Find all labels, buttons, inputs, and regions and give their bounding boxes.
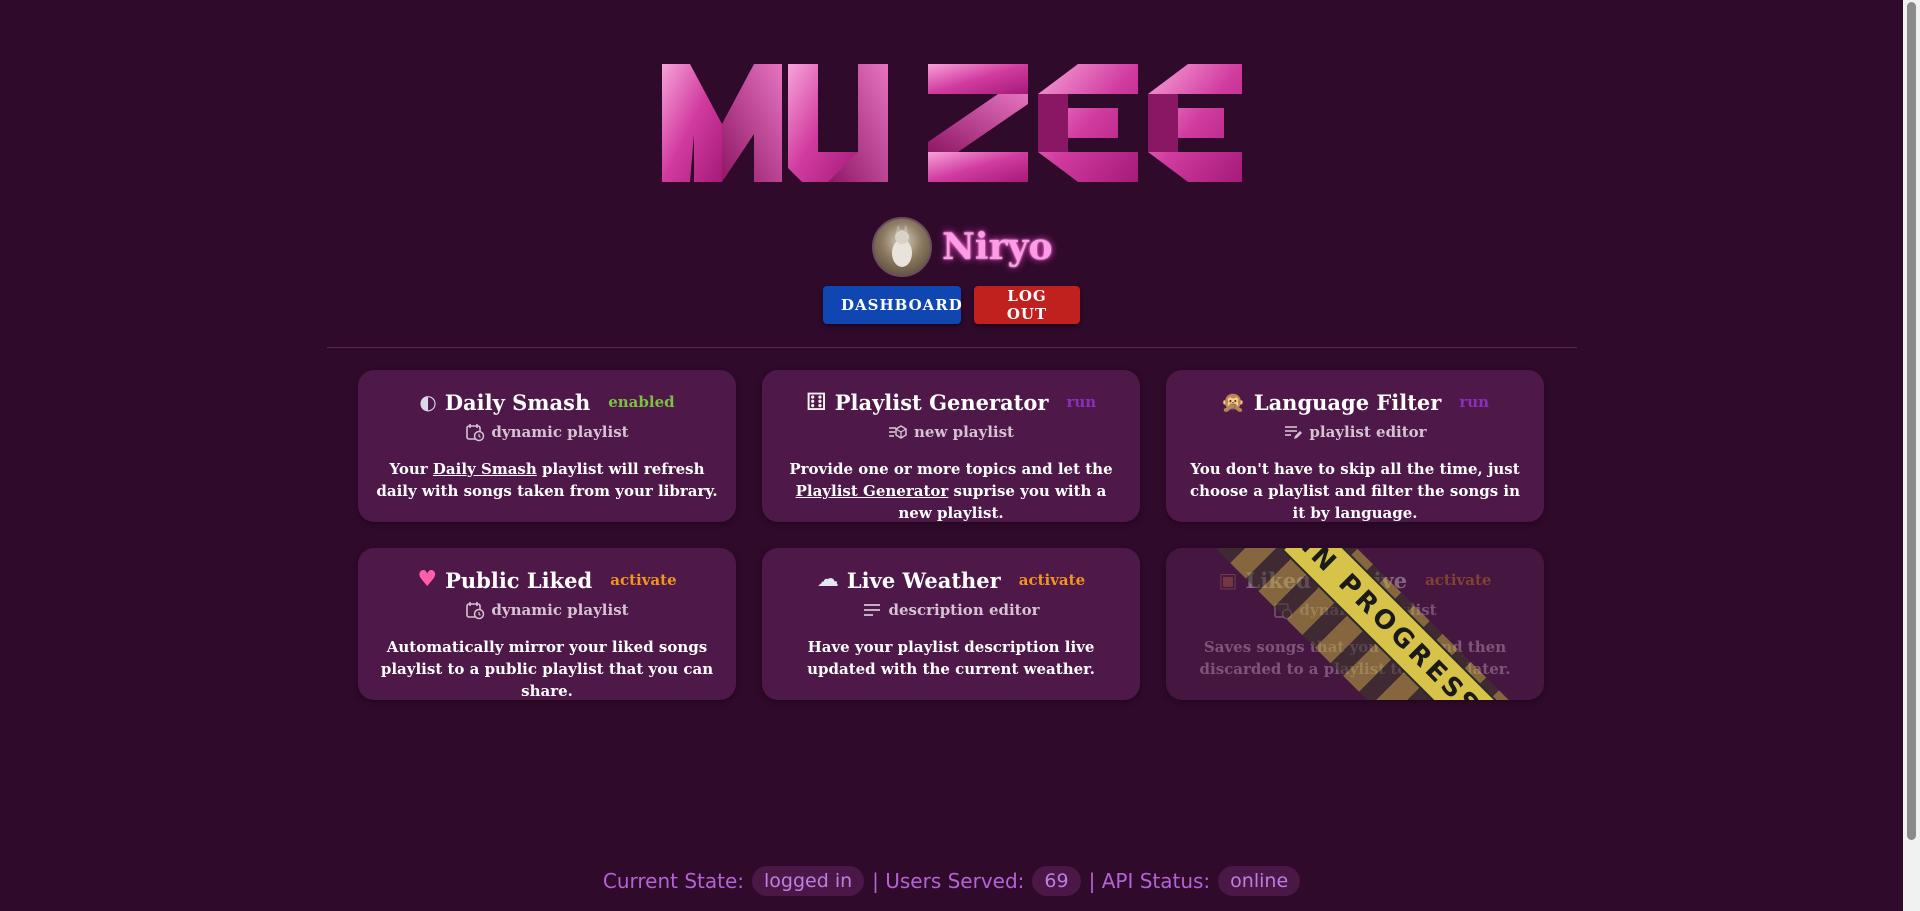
rain-cloud-icon: ☁ [816,567,839,592]
activate-button: activate [1425,571,1492,589]
playlist-generator-link[interactable]: Playlist Generator [796,482,949,500]
card-title: Playlist Generator [834,389,1049,415]
scrollbar-thumb[interactable] [1907,2,1916,840]
card-liked-archive: ▣ Liked Archive activate dynamic playlis… [1166,548,1544,700]
card-subtitle: new playlist [914,423,1014,441]
daily-smash-link[interactable]: Daily Smash [433,460,537,478]
card-public-liked[interactable]: ♥ Public Liked activate dynamic playlist… [358,548,736,700]
card-description: Automatically mirror your liked songs pl… [380,638,714,700]
logo-letter-u [788,64,888,182]
playlist-edit-icon [1285,426,1303,439]
logo-letter-z [928,64,1028,182]
calendar-clock-icon [466,602,485,620]
card-subtitle: playlist editor [1309,423,1427,441]
text-lines-icon [864,604,881,616]
card-description: Your Daily Smash playlist will refresh d… [376,460,718,500]
logout-button[interactable]: LOG OUT [974,286,1080,324]
users-label: | Users Served: [872,869,1025,893]
activate-button[interactable]: activate [610,571,676,589]
logo-letter-e2 [1148,64,1242,182]
card-description: Provide one or more topics and let the P… [789,460,1113,522]
disco-ball-icon: ◐ [419,390,437,414]
muzee-logo [662,64,1242,182]
header-buttons: DASHBOARD LOG OUT [823,286,1080,324]
state-label: Current State: [602,869,745,893]
user-profile: Niryo [872,217,1053,277]
card-playlist-generator[interactable]: ⚅ Playlist Generator run new playlist Pr… [762,370,1140,522]
run-button[interactable]: run [1459,393,1489,411]
card-subtitle: dynamic playlist [491,423,629,441]
logo-letter-m [662,64,782,182]
state-badge: logged in [752,866,865,896]
status-footer: Current State: logged in | Users Served:… [0,866,1903,896]
calendar-clock-icon [466,424,485,442]
card-description: You don't have to skip all the time, jus… [1189,460,1521,522]
monkey-icon: 🙊 [1220,390,1246,414]
divider [327,347,1577,348]
card-title: Live Weather [846,567,1001,593]
card-title: Public Liked [445,567,593,593]
card-title: Daily Smash [444,389,591,415]
heart-icon: ♥ [417,567,438,592]
card-title: Language Filter [1253,389,1442,415]
playlist-add-icon [889,425,907,439]
users-count-badge: 69 [1032,866,1081,896]
scrollbar[interactable] [1903,0,1920,911]
logo-letter-e1 [1038,64,1138,182]
card-subtitle: dynamic playlist [491,601,629,619]
card-daily-smash[interactable]: ◐ Daily Smash enabled dynamic playlist Y… [358,370,736,522]
avatar[interactable] [872,217,932,277]
status-badge[interactable]: enabled [608,393,674,411]
dashboard-button[interactable]: DASHBOARD [823,286,962,324]
card-subtitle: description editor [888,601,1040,619]
dice-icon: ⚅ [805,388,827,416]
activate-button[interactable]: activate [1019,571,1085,589]
run-button[interactable]: run [1066,393,1096,411]
api-status-badge: online [1218,866,1301,896]
card-description: Have your playlist description live upda… [807,638,1095,678]
box-icon: ▣ [1218,568,1238,592]
api-label: | API Status: [1088,869,1211,893]
features-grid: ◐ Daily Smash enabled dynamic playlist Y… [358,370,1544,700]
card-live-weather[interactable]: ☁ Live Weather activate description edit… [762,548,1140,700]
card-language-filter[interactable]: 🙊 Language Filter run playlist editor Yo… [1166,370,1544,522]
username: Niryo [942,226,1053,268]
